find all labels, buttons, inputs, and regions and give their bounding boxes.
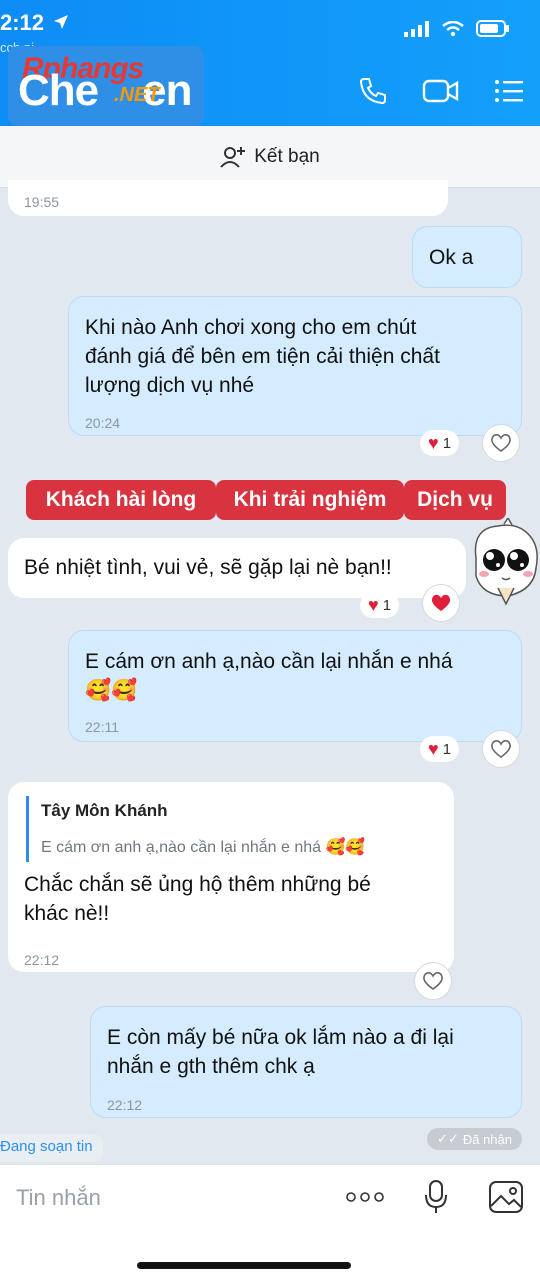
logo-net-text: .NET	[114, 84, 160, 106]
message-line: E còn mấy bé nữa ok lắm nào a đi lại	[107, 1026, 454, 1049]
message-line: Khi nào Anh chơi xong cho em chút	[85, 316, 417, 339]
cute-face-sticker	[474, 518, 538, 606]
heart-icon: ♥	[428, 432, 439, 453]
message-bubble-reply[interactable]: Tây Môn Khánh E cám ơn anh ạ,nào cần lại…	[8, 782, 454, 972]
typing-indicator: Đang soạn tin	[0, 1134, 103, 1162]
reaction-count: 1	[382, 596, 392, 614]
phone-icon[interactable]	[358, 76, 388, 106]
heart-icon: ♥	[368, 594, 379, 615]
reaction-badge[interactable]: ♥ 1	[360, 592, 400, 618]
location-arrow-icon	[54, 15, 68, 29]
reaction-badge[interactable]: ♥ 1	[420, 430, 460, 456]
message-bubble-review-request[interactable]: Khi nào Anh chơi xong cho em chút đánh g…	[68, 296, 522, 436]
video-call-icon[interactable]	[422, 77, 460, 105]
heart-outline-icon	[491, 434, 511, 452]
heart-outline-icon	[491, 740, 511, 758]
message-bubble-customer-feedback[interactable]: Bé nhiệt tình, vui vẻ, sẽ gặp lại nè bạn…	[8, 538, 466, 598]
menu-icon[interactable]	[494, 78, 524, 104]
header-actions	[358, 76, 524, 106]
caption-banner-3: Dịch vụ	[404, 480, 506, 520]
reaction-badge[interactable]: ♥ 1	[420, 736, 460, 762]
liked-button[interactable]	[422, 584, 460, 622]
logo-main-text: Che en	[18, 66, 192, 116]
message-text: Ok a	[429, 246, 474, 269]
battery-icon	[476, 20, 509, 37]
heart-outline-icon	[423, 972, 443, 990]
delivered-badge: ✓✓ Đã nhận	[427, 1128, 522, 1150]
quoted-message[interactable]: Tây Môn Khánh E cám ơn anh ạ,nào cần lại…	[26, 796, 365, 862]
delivered-label: Đã nhận	[462, 1131, 512, 1147]
message-line: Chắc chắn sẽ ủng hộ thêm những bé	[24, 873, 371, 896]
chat-header: 2:12 cch ni Rphangs Cheen .NET	[0, 0, 540, 126]
message-bubble-more[interactable]: E còn mấy bé nữa ok lắm nào a đi lại nhắ…	[90, 1006, 522, 1118]
quoted-text: E cám ơn anh ạ,nào cần lại nhắn e nhá 🥰🥰	[41, 839, 366, 856]
message-bubble-ok[interactable]: Ok a	[412, 226, 522, 288]
caption-banner-2: Khi trải nghiệm	[216, 480, 404, 520]
message-time: 19:55	[24, 194, 60, 210]
message-line: nhắn e gth thêm chk ạ	[107, 1055, 315, 1078]
message-line: đánh giá để bên em tiện cải thiện chất	[85, 345, 440, 368]
message-bubble-thanks[interactable]: E cám ơn anh ạ,nào cần lại nhắn e nhá 🥰🥰…	[68, 630, 522, 742]
add-friend-bar[interactable]: Kết bạn	[0, 126, 540, 188]
message-text: Bé nhiệt tình, vui vẻ, sẽ gặp lại nè bạn…	[24, 556, 392, 579]
heart-filled-icon	[431, 594, 451, 611]
status-icons	[404, 20, 510, 37]
caption-banner-1: Khách hài lòng	[26, 480, 216, 520]
message-time: 22:12	[107, 1097, 143, 1113]
add-friend-label: Kết bạn	[254, 145, 320, 167]
reaction-count: 1	[442, 740, 452, 758]
message-time: 22:12	[24, 952, 60, 968]
message-time: 20:24	[85, 415, 121, 431]
input-actions	[346, 1179, 524, 1215]
quoted-sender: Tây Môn Khánh	[41, 801, 168, 820]
logo-main-part: Che	[18, 66, 99, 115]
status-time: 2:12	[0, 10, 45, 35]
message-line: E cám ơn anh ạ,nào cần lại nhắn e nhá	[85, 650, 453, 673]
watermark-logo: Rphangs Che en .NET	[8, 46, 204, 126]
message-line: khác nè!!	[24, 902, 110, 925]
home-indicator	[137, 1262, 351, 1269]
more-options-icon[interactable]	[346, 1191, 384, 1203]
message-input[interactable]: Tin nhắn	[16, 1185, 101, 1211]
message-input-bar: Tin nhắn	[0, 1164, 540, 1280]
message-bubble-prev[interactable]: 19:55	[8, 180, 448, 216]
signal-icon	[404, 20, 429, 37]
heart-icon: ♥	[428, 738, 439, 759]
message-time: 22:11	[85, 719, 119, 735]
message-body: Chắc chắn sẽ ủng hộ thêm những bé khác n…	[24, 870, 371, 928]
like-button[interactable]	[482, 730, 520, 768]
like-button[interactable]	[482, 424, 520, 462]
add-friend-icon	[220, 146, 246, 168]
message-emoji: 🥰🥰	[85, 679, 138, 702]
wifi-icon	[442, 20, 464, 36]
double-check-icon: ✓✓	[437, 1131, 459, 1146]
like-button[interactable]	[414, 962, 452, 1000]
image-picker-icon[interactable]	[488, 1180, 524, 1214]
message-line: lượng dịch vụ nhé	[85, 374, 255, 397]
microphone-icon[interactable]	[424, 1179, 448, 1215]
reaction-count: 1	[442, 434, 452, 452]
